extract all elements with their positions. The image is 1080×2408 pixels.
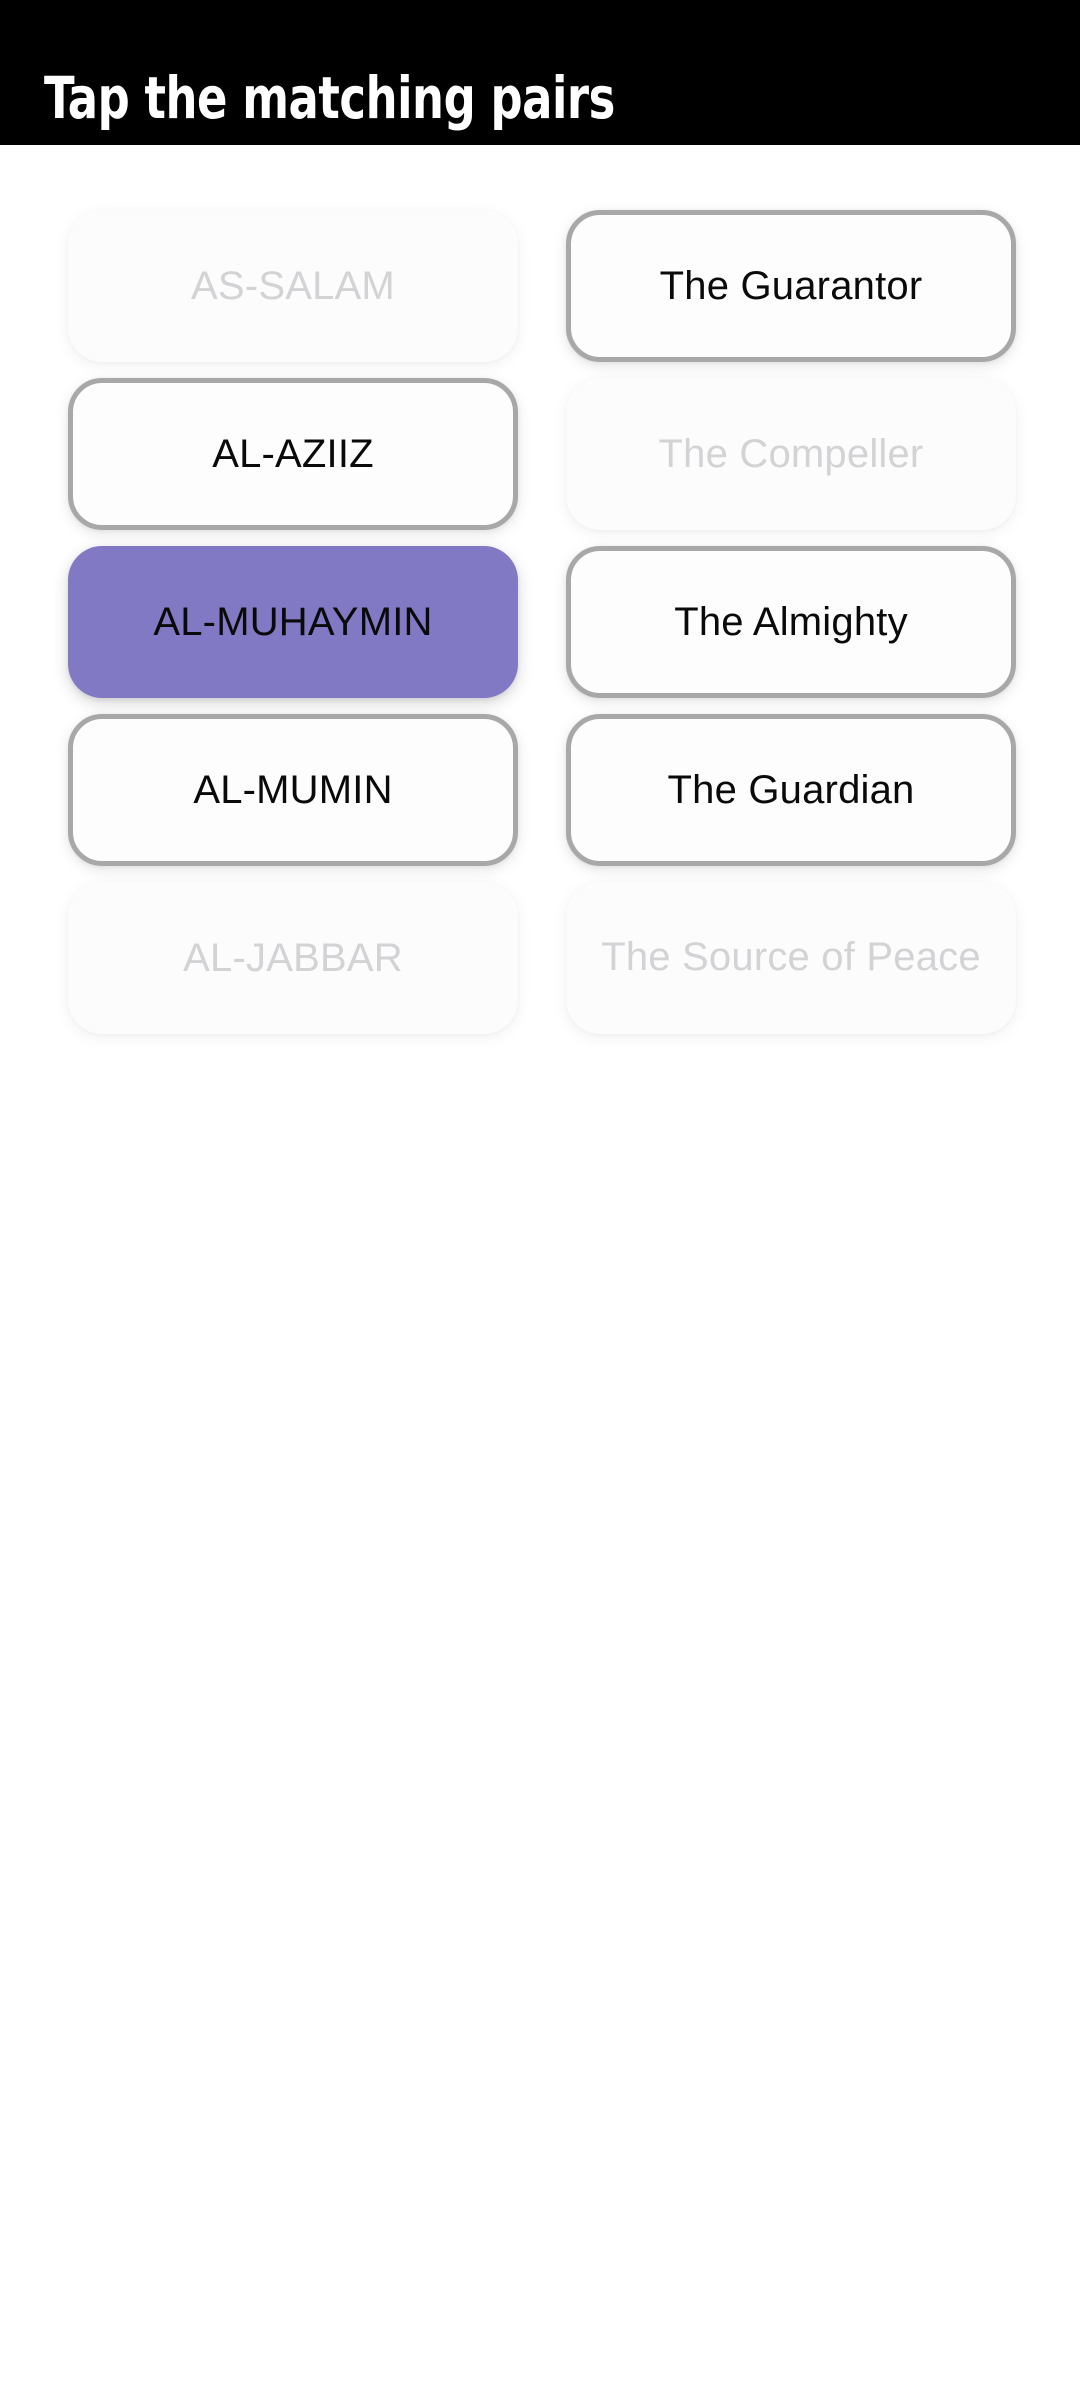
card-english-the-guarantor[interactable]: The Guarantor xyxy=(566,210,1016,362)
card-label: The Guarantor xyxy=(659,263,923,308)
pair-row: AS-SALAM The Guarantor xyxy=(68,210,1016,362)
card-arabic-al-jabbar[interactable]: AL-JABBAR xyxy=(68,882,518,1034)
matching-pairs-screen: Tap the matching pairs AS-SALAM The Guar… xyxy=(0,0,1080,2408)
card-label: The Almighty xyxy=(674,599,908,644)
card-english-the-almighty[interactable]: The Almighty xyxy=(566,546,1016,698)
card-label: The Guardian xyxy=(667,767,915,812)
card-english-the-guardian[interactable]: The Guardian xyxy=(566,714,1016,866)
card-arabic-as-salam[interactable]: AS-SALAM xyxy=(68,210,518,362)
card-label: The Compeller xyxy=(658,431,924,476)
card-english-the-compeller[interactable]: The Compeller xyxy=(566,378,1016,530)
card-label: AL-JABBAR xyxy=(183,935,403,980)
card-label: AL-MUHAYMIN xyxy=(153,599,433,644)
card-label: AS-SALAM xyxy=(191,263,395,308)
card-english-the-source-of-peace[interactable]: The Source of Peace xyxy=(566,882,1016,1034)
pair-row: AL-AZIIZ The Compeller xyxy=(68,378,1016,530)
card-arabic-al-aziiz[interactable]: AL-AZIIZ xyxy=(68,378,518,530)
card-label: The Source of Peace xyxy=(601,935,981,980)
app-header: Tap the matching pairs xyxy=(0,0,1080,145)
card-label: AL-MUMIN xyxy=(193,767,393,812)
pair-row: AL-MUMIN The Guardian xyxy=(68,714,1016,866)
card-arabic-al-muhaymin[interactable]: AL-MUHAYMIN xyxy=(68,546,518,698)
pair-row: AL-JABBAR The Source of Peace xyxy=(68,882,1016,1034)
pair-row: AL-MUHAYMIN The Almighty xyxy=(68,546,1016,698)
page-title: Tap the matching pairs xyxy=(44,64,615,132)
pairs-board: AS-SALAM The Guarantor AL-AZIIZ The Comp… xyxy=(0,145,1080,2408)
card-label: AL-AZIIZ xyxy=(212,431,374,476)
card-arabic-al-mumin[interactable]: AL-MUMIN xyxy=(68,714,518,866)
